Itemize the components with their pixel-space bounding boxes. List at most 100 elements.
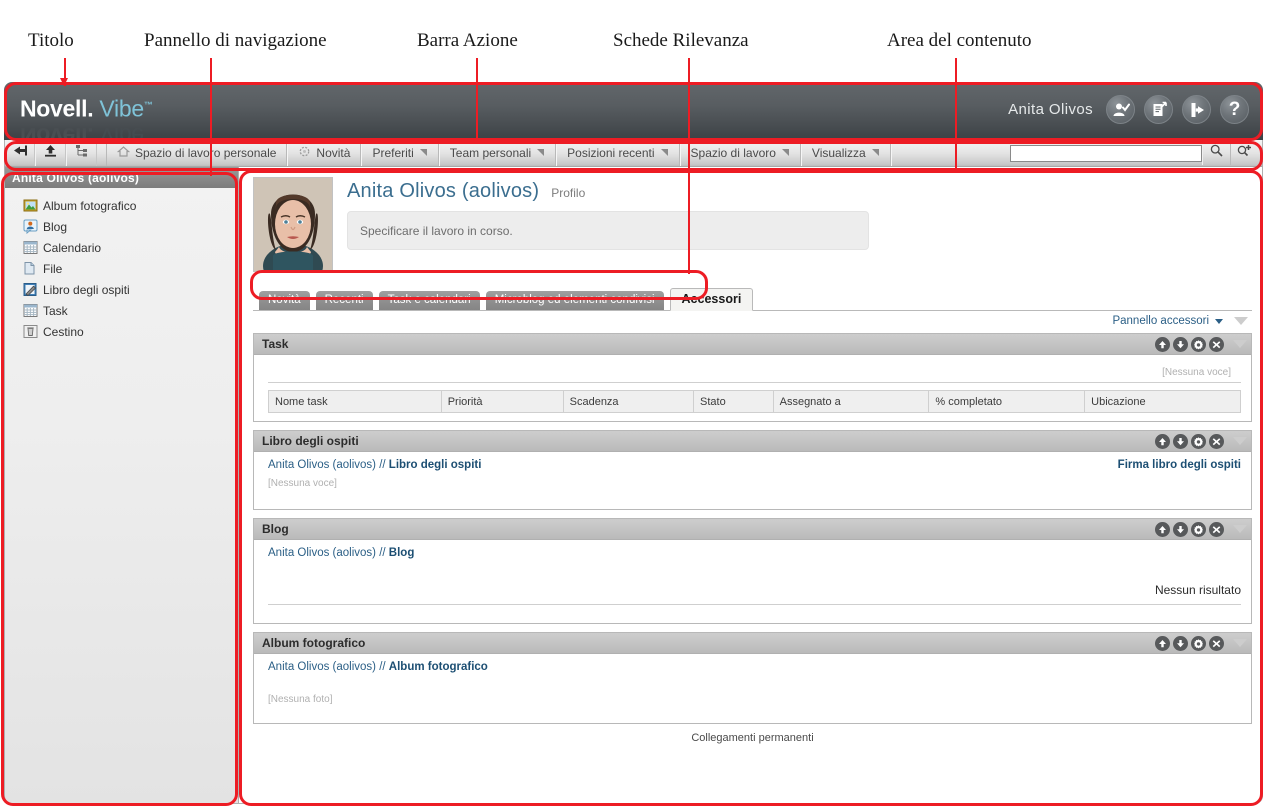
calendar-icon	[23, 240, 38, 255]
nav-item-favorites[interactable]: Preferiti	[361, 140, 439, 166]
accessory-panels: Task [Nessuna voce] Nome task Priorità S…	[253, 333, 1252, 724]
navigation-panel: Anita Olivos (aolivos) Album fotografico	[4, 167, 239, 804]
logo-dot: .	[87, 95, 94, 122]
tab-tasks-calendars[interactable]: Task e calendari	[378, 291, 480, 310]
nav-item-personal-workspace[interactable]: Spazio di lavoro personale	[106, 140, 288, 166]
guestbook-icon	[23, 282, 38, 297]
status-input[interactable]: Specificare il lavoro in corso.	[347, 211, 869, 250]
nav-item-label: Team personali	[449, 146, 532, 160]
sidebar-item-guestbook[interactable]: Libro degli ospiti	[23, 279, 238, 300]
panel-guestbook-collapse-icon[interactable]	[1233, 437, 1247, 445]
arrow-down-icon	[1177, 639, 1184, 647]
accessory-panel-toolbar: Pannello accessori	[253, 311, 1252, 331]
search-input[interactable]	[1010, 144, 1202, 162]
move-down-button[interactable]	[1173, 635, 1188, 651]
move-down-button[interactable]	[1173, 336, 1188, 352]
avatar[interactable]	[253, 177, 333, 272]
breadcrumb-leaf[interactable]: Blog	[389, 547, 415, 559]
move-down-button[interactable]	[1173, 433, 1188, 449]
close-button[interactable]	[1209, 635, 1224, 651]
logo-trademark: ™	[143, 100, 153, 110]
configure-button[interactable]	[1191, 336, 1206, 352]
content-area: Anita Olivos (aolivos) Profilo Specifica…	[239, 167, 1263, 804]
breadcrumb-leaf[interactable]: Album fotografico	[389, 661, 488, 673]
accessory-panel-menu-label[interactable]: Pannello accessori	[1112, 315, 1209, 327]
sidebar-item-calendar[interactable]: Calendario	[23, 237, 238, 258]
workspace-tree-button[interactable]	[66, 140, 97, 166]
close-x-icon	[1212, 437, 1221, 445]
configure-button[interactable]	[1191, 521, 1206, 537]
nav-item-view[interactable]: Visualizza	[800, 140, 891, 166]
task-col-percent[interactable]: % completato	[928, 390, 1086, 413]
breadcrumb-separator: //	[376, 661, 389, 673]
nav-item-recent-places[interactable]: Posizioni recenti	[556, 140, 680, 166]
permalinks-label[interactable]: Collegamenti permanenti	[253, 732, 1252, 744]
back-button[interactable]	[5, 140, 35, 166]
move-down-button[interactable]	[1173, 521, 1188, 537]
task-col-due[interactable]: Scadenza	[562, 390, 695, 413]
breadcrumb-owner[interactable]: Anita Olivos (aolivos)	[268, 661, 376, 673]
breadcrumb-leaf[interactable]: Libro degli ospiti	[389, 459, 482, 471]
close-button[interactable]	[1209, 336, 1224, 352]
configure-button[interactable]	[1191, 635, 1206, 651]
advanced-search-button[interactable]	[1230, 141, 1258, 165]
panel-blog-collapse-icon[interactable]	[1233, 525, 1247, 533]
photo-album-icon	[23, 198, 38, 213]
view-reports-button[interactable]	[1144, 95, 1173, 124]
avatar-image	[254, 178, 332, 271]
sidebar-item-tasks[interactable]: Task	[23, 300, 238, 321]
breadcrumb-owner[interactable]: Anita Olivos (aolivos)	[268, 459, 376, 471]
tab-microblog-shared[interactable]: Microblog ed elementi condivisi	[485, 291, 664, 310]
tab-recent[interactable]: Recenti	[315, 291, 373, 310]
sidebar-item-label: Cestino	[43, 324, 84, 339]
go-up-button[interactable]	[35, 140, 66, 166]
panel-task: Task [Nessuna voce] Nome task Priorità S…	[253, 333, 1252, 422]
panel-guestbook: Libro degli ospiti Anita Olivos (aolivos…	[253, 430, 1252, 510]
breadcrumb-owner[interactable]: Anita Olivos (aolivos)	[268, 547, 376, 559]
move-up-button[interactable]	[1155, 635, 1170, 651]
breadcrumb-separator: //	[376, 459, 389, 471]
application-window: Novell. Vibe™ Novell. Vibe Anita Olivos	[4, 82, 1263, 804]
tab-whats-new[interactable]: Novità	[259, 291, 310, 310]
move-up-button[interactable]	[1155, 336, 1170, 352]
annotation-label-area-contenuto: Area del contenuto	[887, 30, 1032, 51]
panel-photo-album-collapse-icon[interactable]	[1233, 639, 1247, 647]
panel-guestbook-controls	[1155, 433, 1247, 449]
task-col-status[interactable]: Stato	[693, 390, 774, 413]
personal-preferences-button[interactable]	[1106, 95, 1135, 124]
nav-item-label: Spazio di lavoro personale	[135, 146, 277, 160]
annotation-label-schede-rilevanza: Schede Rilevanza	[613, 30, 749, 51]
logout-button[interactable]	[1182, 95, 1211, 124]
tab-accessories[interactable]: Accessori	[669, 288, 754, 311]
sidebar-item-label: Blog	[43, 219, 68, 234]
user-check-icon	[1112, 101, 1130, 119]
task-col-location[interactable]: Ubicazione	[1084, 390, 1241, 413]
close-button[interactable]	[1209, 433, 1224, 449]
move-up-button[interactable]	[1155, 521, 1170, 537]
nav-item-my-teams[interactable]: Team personali	[438, 140, 557, 166]
panel-task-controls	[1155, 336, 1247, 352]
profile-header: Anita Olivos (aolivos) Profilo Specifica…	[253, 177, 1252, 272]
breadcrumb: Anita Olivos (aolivos) // Album fotograf…	[268, 661, 1241, 673]
help-icon: ?	[1228, 99, 1241, 120]
task-col-name[interactable]: Nome task	[268, 390, 442, 413]
nav-item-workspace[interactable]: Spazio di lavoro	[679, 140, 801, 166]
sidebar-item-photo-album[interactable]: Album fotografico	[23, 195, 238, 216]
sidebar-item-blog[interactable]: Blog	[23, 216, 238, 237]
search-button[interactable]	[1202, 141, 1230, 165]
task-col-priority[interactable]: Priorità	[440, 390, 564, 413]
sidebar-item-files[interactable]: File	[23, 258, 238, 279]
nav-item-label: Novità	[316, 146, 351, 160]
sign-guestbook-link[interactable]: Firma libro degli ospiti	[1118, 459, 1241, 471]
sidebar-item-trash[interactable]: Cestino	[23, 321, 238, 342]
main-body: Anita Olivos (aolivos) Album fotografico	[4, 167, 1263, 804]
chevron-down-icon[interactable]	[1215, 318, 1223, 324]
help-button[interactable]: ?	[1220, 95, 1249, 124]
move-up-button[interactable]	[1155, 433, 1170, 449]
collapse-all-icon[interactable]	[1234, 317, 1248, 325]
task-col-assigned[interactable]: Assegnato a	[772, 390, 930, 413]
close-button[interactable]	[1209, 521, 1224, 537]
nav-item-whats-new[interactable]: Novità	[287, 140, 362, 166]
configure-button[interactable]	[1191, 433, 1206, 449]
panel-task-collapse-icon[interactable]	[1233, 340, 1247, 348]
